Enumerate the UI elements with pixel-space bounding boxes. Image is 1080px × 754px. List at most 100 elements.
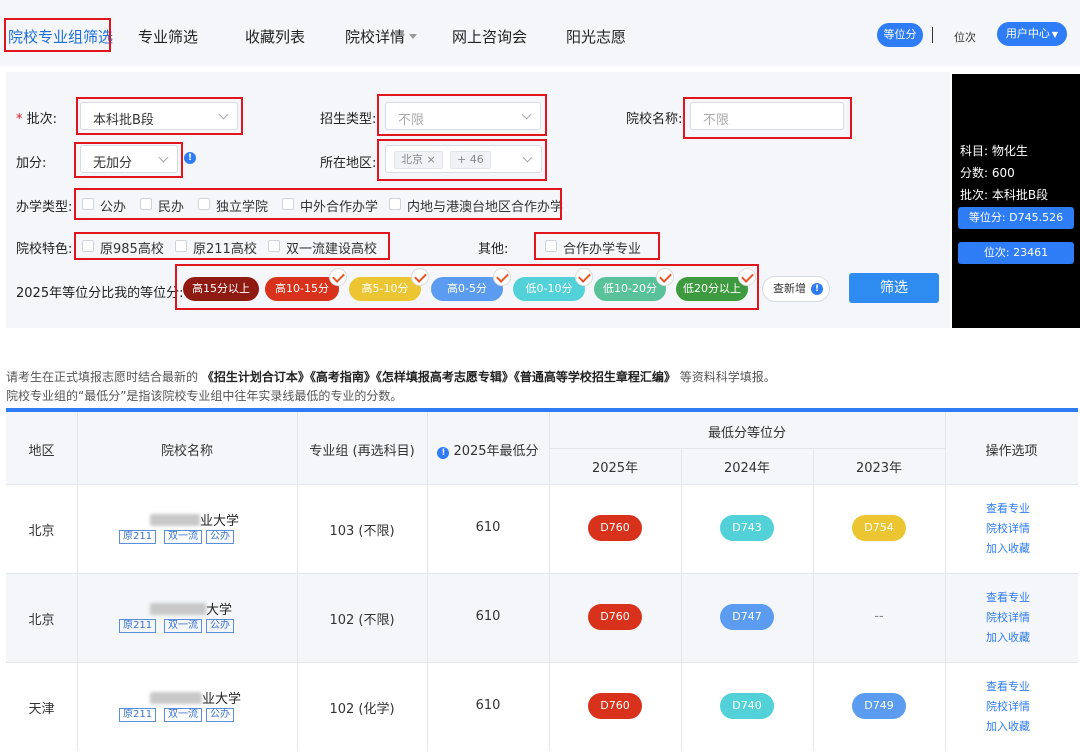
grid-line [77, 412, 78, 484]
equiv-score-toggle[interactable]: 等位分 [877, 23, 923, 47]
highlight-box [74, 188, 562, 220]
school-tag: 公办 [206, 708, 234, 722]
info-icon[interactable]: ! [184, 152, 196, 164]
row-school-suffix: 业大学 [202, 692, 242, 707]
check-icon [329, 268, 347, 286]
row-region: 北京 [28, 524, 55, 539]
add-favorite-link[interactable]: 加入收藏 [986, 629, 1030, 645]
rank-badge-2025: D760 [588, 693, 642, 719]
rank-range-5[interactable]: 低10-20分 [594, 277, 666, 301]
rank-badge-2025: D760 [588, 604, 642, 630]
grid-line [6, 484, 1078, 485]
school-tag: 原211 [119, 619, 157, 633]
rank-toggle[interactable]: 位次 [954, 29, 976, 45]
rank-compare-label: 2025年等位分比我的等位分: [16, 286, 184, 301]
chevron-down-icon [409, 34, 418, 39]
row-school-name[interactable]: 大学 [150, 599, 232, 618]
bonus-label: 加分: [16, 156, 47, 171]
view-majors-link[interactable]: 查看专业 [986, 678, 1030, 694]
th-min-score-label: 2025年最低分 [453, 444, 539, 459]
grid-line [427, 412, 428, 484]
grid-line [297, 412, 298, 484]
row-region: 北京 [28, 613, 55, 628]
grid-line [549, 573, 550, 662]
check-icon [493, 268, 511, 286]
grid-line [681, 448, 682, 484]
row-group: 103 (不限) [329, 524, 395, 539]
nav-school-detail[interactable]: 院校详情 [345, 26, 418, 47]
school-detail-link[interactable]: 院校详情 [986, 698, 1030, 714]
rank-range-4[interactable]: 低0-10分 [513, 277, 585, 301]
school-tag: 原211 [119, 530, 157, 544]
highlight-box [377, 139, 547, 181]
grid-line [6, 662, 1078, 663]
th-min-score: ! 2025年最低分 [427, 440, 549, 459]
th-2023: 2023年 [855, 461, 903, 476]
row-school-name[interactable]: 业大学 [150, 510, 239, 529]
school-detail-link[interactable]: 院校详情 [986, 520, 1030, 536]
row-group: 102 (不限) [329, 613, 395, 628]
add-favorite-link[interactable]: 加入收藏 [986, 540, 1030, 556]
grid-line [813, 573, 814, 662]
nav-favorites[interactable]: 收藏列表 [245, 26, 305, 47]
info-icon: ! [437, 447, 450, 459]
th-group: 专业组 (再选科目) [309, 444, 415, 459]
card-rank[interactable]: 位次: 23461 [958, 242, 1074, 264]
table-row: 北京 大学 原211 双一流 公办 102 (不限) 610 D760 D747 -- 查看专业 院校… [6, 573, 1078, 662]
nav-divider [932, 27, 933, 43]
grid-line [945, 573, 946, 662]
add-favorite-link[interactable]: 加入收藏 [986, 718, 1030, 734]
filter-button[interactable]: 筛选 [849, 273, 939, 303]
row-school-name[interactable]: 业大学 [150, 688, 241, 707]
row-group: 102 (化学) [329, 702, 395, 717]
rank-range-6[interactable]: 低20分以上 [676, 277, 748, 301]
rank-range-1[interactable]: 高10-15分 [265, 277, 339, 301]
note-suffix: 等资料科学填报。 [679, 370, 776, 384]
school-tag: 原211 [119, 708, 157, 722]
row-region: 天津 [28, 702, 55, 717]
nav-sunshine-volunteer[interactable]: 阳光志愿 [566, 26, 626, 47]
view-majors-link[interactable]: 查看专业 [986, 500, 1030, 516]
note-line-1: 请考生在正式填报志愿时结合最新的 《招生计划合订本》《高考指南》《怎样填报高考志… [6, 368, 776, 385]
check-icon [738, 268, 756, 286]
highlight-box [74, 142, 183, 178]
rank-range-2[interactable]: 高5-10分 [349, 277, 421, 301]
feature-label: 院校特色: [16, 242, 73, 257]
school-tag: 双一流 [164, 619, 202, 633]
rank-empty-2023: -- [874, 609, 884, 624]
page-root: 院校专业组筛选 专业筛选 收藏列表 院校详情 网上咨询会 阳光志愿 等位分 位次… [0, 0, 1080, 754]
nav-online-consult[interactable]: 网上咨询会 [452, 26, 527, 47]
enroll-type-label: 招生类型: [320, 112, 377, 127]
grid-line [297, 573, 298, 662]
card-equiv-score[interactable]: 等位分: D745.526 [958, 207, 1074, 229]
rank-badge-2023: D754 [852, 515, 906, 541]
redacted-name [150, 692, 202, 704]
check-new-button[interactable]: 查新增! [762, 276, 830, 302]
nav-major-filter[interactable]: 专业筛选 [138, 26, 198, 47]
rank-range-3[interactable]: 高0-5分 [431, 277, 503, 301]
row-school-suffix: 业大学 [200, 514, 240, 529]
grid-line [427, 573, 428, 662]
school-name-label: 院校名称: [626, 112, 683, 127]
rank-range-0[interactable]: 高15分以上 [183, 277, 259, 301]
th-ops: 操作选项 [985, 444, 1038, 459]
grid-line [6, 573, 1078, 574]
user-center-button[interactable]: 用户中心 ▼ [997, 22, 1067, 46]
grid-line [813, 662, 814, 751]
highlight-box [683, 97, 852, 139]
note-prefix: 请考生在正式填报志愿时结合最新的 [6, 370, 199, 384]
card-score: 分数: 600 [960, 166, 1015, 180]
highlight-box [377, 94, 547, 136]
table-row: 北京 业大学 原211 双一流 公办 103 (不限) 610 D760 D743 D754 查看专… [6, 484, 1078, 573]
th-school: 院校名称 [160, 444, 213, 459]
card-subjects: 科目: 物化生 [960, 144, 1028, 158]
redacted-name [150, 603, 206, 615]
view-majors-link[interactable]: 查看专业 [986, 589, 1030, 605]
row-min-score: 610 [475, 520, 501, 535]
grid-line [813, 448, 814, 484]
school-detail-link[interactable]: 院校详情 [986, 609, 1030, 625]
table-row: 天津 业大学 原211 双一流 公办 102 (化学) 610 D760 D740 D749 查看专… [6, 662, 1078, 751]
row-min-score: 610 [475, 609, 501, 624]
grid-line [77, 573, 78, 662]
school-tag: 公办 [206, 619, 234, 633]
